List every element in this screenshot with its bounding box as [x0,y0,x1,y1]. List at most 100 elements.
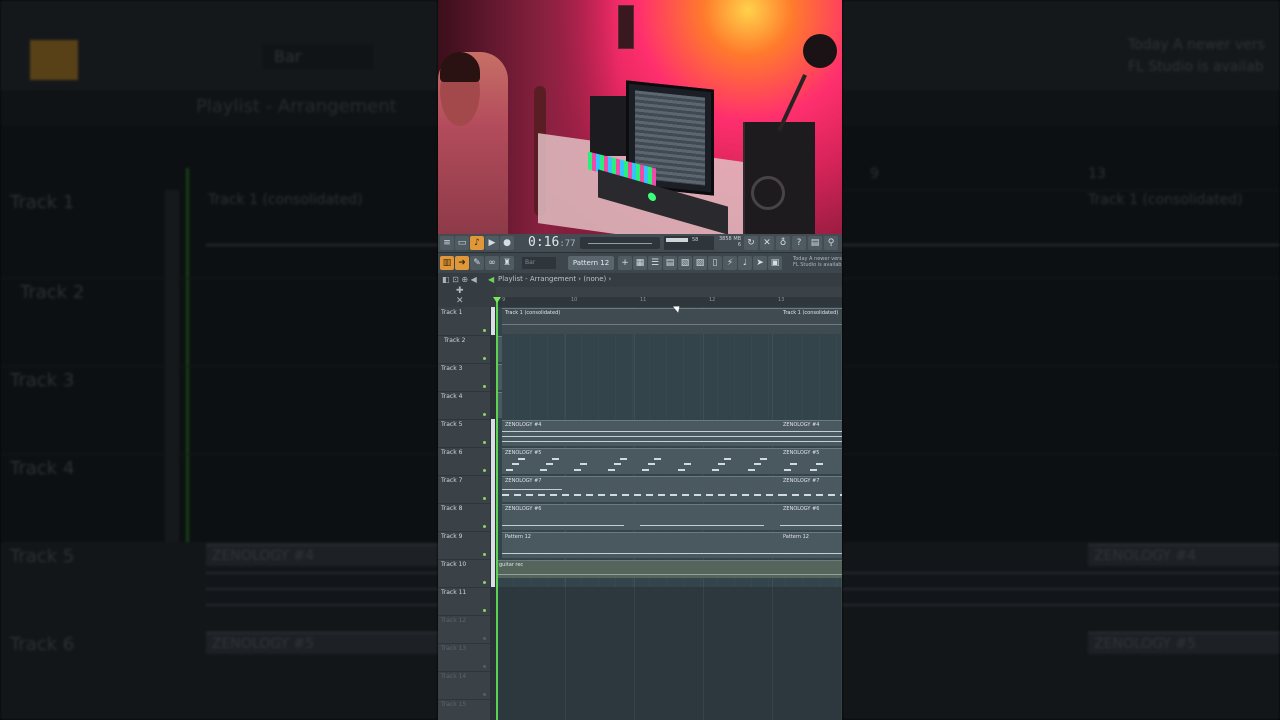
pattern-clip[interactable]: ZENOLOGY #7 [780,476,842,502]
track-active-dot[interactable] [483,665,486,668]
track-header[interactable]: Track 9 [438,531,490,560]
clip-title: ZENOLOGY #7 [783,478,820,484]
plugin-icon[interactable]: ⚲ [824,236,838,250]
track-active-dot[interactable] [483,609,486,612]
track-active-dot[interactable] [483,693,486,696]
tempo-icon[interactable]: ♩ [738,256,752,270]
note [810,469,817,471]
pattern-clip[interactable]: Pattern 12 [502,532,782,558]
track-active-dot[interactable] [483,637,486,640]
note [574,469,581,471]
pattern-clip[interactable]: ZENOLOGY #6 [780,504,842,530]
pattern-clip[interactable]: ZENOLOGY #4 [780,420,842,446]
browser-icon[interactable]: ▨ [693,256,707,270]
pattern-clip[interactable]: ZENOLOGY #6 [502,504,782,530]
pattern-clip[interactable]: ZENOLOGY #4 [502,420,782,446]
audio-clip[interactable]: Track 1 (consolidated) [502,308,782,334]
playlist-tool-icons[interactable]: ◧ ⊡ ⊕ ◀ [442,275,477,284]
refresh-icon[interactable]: ↻ [744,236,758,250]
mute-indicator[interactable] [491,307,495,335]
clip-title: ZENOLOGY #5 [505,450,542,456]
arrangement-grid-empty[interactable] [496,587,842,720]
help-icon[interactable]: ? [792,236,806,250]
track-active-dot[interactable] [483,441,486,444]
track-header[interactable]: Track 2 [438,335,490,364]
piano-roll-icon[interactable]: ▤ [663,256,677,270]
track-header[interactable]: Track 12 [438,615,490,644]
track-active-dot[interactable] [483,581,486,584]
ruler-label: 12 [709,297,716,303]
pattern-clip[interactable]: Pattern 12 [780,532,842,558]
update-hint[interactable]: Today A newer vers FL Studio is availab [793,256,842,268]
track-header[interactable]: Track 8 [438,503,490,532]
menu-icon[interactable]: ≡ [440,236,454,250]
file-icon[interactable]: ▯ [708,256,722,270]
track-header[interactable]: Track 15 [438,699,490,720]
track-active-dot[interactable] [483,553,486,556]
note [546,463,553,465]
record-icon[interactable]: ● [500,236,514,250]
playlist-breadcrumb[interactable]: (none) [583,275,606,283]
track-header[interactable]: Track 11 [438,587,490,616]
pattern-clip[interactable]: ZENOLOGY #7 [502,476,782,502]
track-active-dot[interactable] [483,413,486,416]
stamp-icon[interactable]: ♜ [500,256,514,270]
note [678,469,685,471]
channel-rack-icon[interactable]: ☰ [648,256,662,270]
pattern-clip[interactable]: ZENOLOGY #5 [502,448,782,474]
cart-icon[interactable]: ▣ [768,256,782,270]
track-active-dot[interactable] [483,525,486,528]
track-header[interactable]: Track 13 [438,643,490,672]
song-mode-icon[interactable]: ♪ [470,236,484,250]
playlist-header: ◧ ⊡ ⊕ ◀ ◀ Playlist - Arrangement › (none… [438,273,842,287]
timeline-ruler[interactable]: 9 10 11 12 13 [496,297,842,307]
note [784,469,791,471]
time-display[interactable]: 0:16:77 [528,235,576,250]
arrow-tool-icon[interactable]: ➤ [753,256,767,270]
track-header[interactable]: Track 4 [438,391,490,420]
track-header[interactable]: Track 6 [438,447,490,476]
close-tool-icon[interactable]: ✕ [760,236,774,250]
pattern-mode-icon[interactable]: ▭ [455,236,469,250]
track-active-dot[interactable] [483,497,486,500]
track-header[interactable]: Track 10 [438,559,490,588]
snap-select[interactable]: Bar [522,257,556,269]
note [712,469,719,471]
playlist-title: Playlist - Arrangement › (none) › [498,275,612,283]
note [790,463,797,465]
track-name: Track 1 [441,309,463,316]
add-track-icon[interactable]: ✚ [456,286,464,296]
track-name: Track 3 [441,365,463,372]
piano-icon[interactable]: ▥ [440,256,454,270]
track-header[interactable]: Track 1 [438,307,490,336]
play-icon[interactable]: ▶ [485,236,499,250]
clip-title: Pattern 12 [783,534,809,540]
audio-clip[interactable]: guitar rec [496,560,842,578]
track-header[interactable]: Track 5 [438,419,490,448]
track-header[interactable]: Track 7 [438,475,490,504]
save-icon[interactable]: ▤ [808,236,822,250]
pattern-clip[interactable]: ZENOLOGY #5 [780,448,842,474]
mixer-icon[interactable]: ▦ [633,256,647,270]
pattern-selector[interactable]: Pattern 12 [568,256,614,270]
track-active-dot[interactable] [483,357,486,360]
blur-dim-overlay [842,0,1280,720]
arrow-icon[interactable]: ➜ [455,256,469,270]
playlist-title-text: Playlist - Arrangement [498,275,577,283]
plug-icon[interactable]: ⚡ [723,256,737,270]
mic-icon[interactable]: ♁ [776,236,790,250]
track-header[interactable]: Track 14 [438,671,490,700]
speaker-icon[interactable]: ◀ [488,275,494,284]
playlist-icon[interactable]: ▧ [678,256,692,270]
remove-track-icon[interactable]: ✕ [456,296,464,306]
track-active-dot[interactable] [483,385,486,388]
track-active-dot[interactable] [483,329,486,332]
pattern-add-icon[interactable]: + [618,256,632,270]
draw-tool-icon[interactable]: ✎ [470,256,484,270]
audio-clip[interactable]: Track 1 (consolidated) [780,308,842,334]
playhead[interactable] [493,297,501,720]
link-icon[interactable]: ∞ [485,256,499,270]
mute-indicator[interactable] [491,419,495,587]
track-active-dot[interactable] [483,469,486,472]
track-header[interactable]: Track 3 [438,363,490,392]
